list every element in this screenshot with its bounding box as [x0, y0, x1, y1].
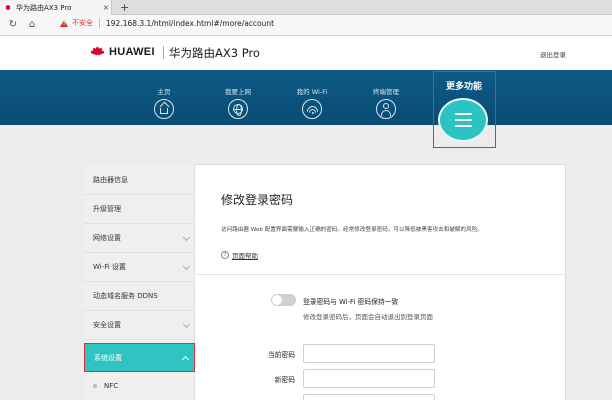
chevron-down-icon [182, 320, 191, 329]
home-icon [154, 99, 174, 119]
chevron-down-icon [182, 262, 191, 271]
page-title: 修改登录密码 [221, 193, 294, 207]
help-link-label: 页面帮助 [232, 252, 258, 260]
sidebar-item-upgrade[interactable]: 升级管理 [84, 195, 195, 224]
chevron-down-icon [182, 233, 191, 242]
sidebar-item-wifi[interactable]: Wi-Fi 设置 [84, 253, 195, 282]
sync-password-label: 登录密码与 Wi-Fi 密码保持一致 [303, 298, 399, 306]
reload-icon[interactable]: ↻ [7, 19, 19, 31]
sidebar-item-label: 动态域名服务 DDNS [93, 292, 158, 300]
plus-icon[interactable]: + [120, 1, 129, 14]
toggle-knob [272, 295, 282, 305]
main-nav-band: 主页 我要上网 我的 Wi-Fi 终端管理 [0, 70, 612, 125]
home-icon[interactable]: ⌂ [26, 19, 38, 31]
sidebar-item-label: Wi-Fi 设置 [93, 263, 126, 271]
url-field[interactable]: ! 不安全 192.168.3.1/html/index.html#/more/… [60, 18, 274, 28]
address-divider [99, 18, 100, 28]
url-text[interactable]: 192.168.3.1/html/index.html#/more/accoun… [106, 19, 274, 28]
sidebar-item-network[interactable]: 网络设置 [84, 224, 195, 253]
confirm-password-field[interactable] [303, 394, 435, 400]
page-description: 访问路由器 Web 配置界面需要输入正确的密码。经常修改登录密码，可以降低被黑客… [221, 227, 483, 233]
sidebar-item-ddns[interactable]: 动态域名服务 DDNS [84, 282, 195, 311]
product-name: 华为路由AX3 Pro [169, 46, 260, 60]
new-password-field[interactable] [303, 369, 435, 388]
sync-password-toggle[interactable] [271, 294, 296, 306]
insecure-label: 不安全 [72, 19, 93, 27]
nav-item-devices[interactable]: 终端管理 [361, 86, 411, 119]
sidebar-item-label: 路由器信息 [93, 176, 128, 184]
browser-tab[interactable]: 华为路由AX3 Pro × [0, 0, 112, 15]
sidebar-subitem-label: NFC [104, 382, 119, 390]
user-icon [376, 99, 396, 119]
more-label: 更多功能 [445, 82, 482, 92]
close-icon[interactable]: × [101, 3, 111, 12]
nav-item-label: 主页 [157, 88, 171, 96]
huawei-logo-icon [89, 45, 105, 57]
menu-icon [438, 98, 488, 142]
globe-icon [228, 99, 248, 119]
nav-item-wifi[interactable]: 我的 Wi-Fi [287, 86, 337, 120]
help-link[interactable]: ? 页面帮助 [221, 250, 258, 260]
current-password-field[interactable] [303, 344, 435, 363]
brand-name: HUAWEI [109, 46, 155, 58]
logout-link[interactable]: 退出登录 [540, 49, 566, 59]
sidebar-item-security[interactable]: 安全设置 [84, 311, 195, 340]
nav-item-label: 我的 Wi-Fi [296, 88, 328, 96]
sidebar-item-label: 安全设置 [93, 321, 121, 329]
nav-item-label: 我要上网 [225, 88, 251, 96]
browser-address-bar: ↻ ⌂ ! 不安全 192.168.3.1/html/index.html#/m… [0, 15, 612, 36]
nav-item-home[interactable]: 主页 [139, 86, 189, 119]
sidebar-item-label: 系统设置 [94, 353, 122, 362]
bullet-icon [93, 384, 97, 388]
huawei-favicon-icon [4, 4, 11, 11]
sidebar-subitem-nfc[interactable]: NFC [84, 378, 195, 394]
sidebar-item-router-info[interactable]: 路由器信息 [84, 166, 195, 195]
nav-item-internet[interactable]: 我要上网 [213, 86, 263, 119]
tab-title: 华为路由AX3 Pro [16, 3, 72, 12]
browser-tab-bar: 华为路由AX3 Pro × + [0, 0, 612, 15]
new-password-label: 新密码 [274, 376, 295, 384]
nav-item-more[interactable]: 更多功能 [433, 71, 496, 148]
router-header: HUAWEI 华为路由AX3 Pro 退出登录 [0, 36, 612, 70]
help-icon: ? [221, 251, 229, 259]
settings-sidebar: 路由器信息 升级管理 网络设置 Wi-Fi 设置 动态域名服务 DDNS 安全设… [84, 164, 195, 400]
sidebar-item-label: 网络设置 [93, 234, 121, 242]
sidebar-item-label: 升级管理 [93, 205, 121, 213]
section-divider [196, 274, 565, 275]
chevron-up-icon [181, 355, 190, 364]
current-password-label: 当前密码 [267, 351, 295, 359]
warning-icon: ! [60, 19, 68, 27]
sync-password-hint: 修改登录密码后，页面会自动退出到登录页面 [303, 313, 433, 321]
brand-divider [163, 46, 164, 59]
nav-item-label: 终端管理 [373, 88, 399, 96]
wifi-icon [302, 99, 322, 120]
sidebar-item-system[interactable]: 系统设置 [84, 343, 195, 372]
